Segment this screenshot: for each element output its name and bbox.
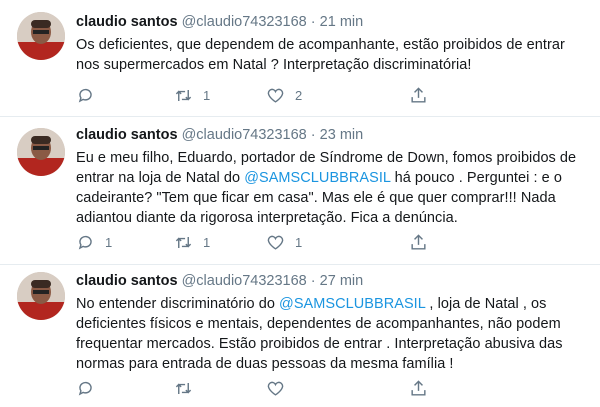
tweet-actions: 1 2 <box>76 84 506 106</box>
reply-count: 1 <box>105 234 113 250</box>
heart-icon <box>267 88 284 103</box>
tweet-feed: claudio santos @claudio74323168 · 21 min… <box>0 0 600 407</box>
retweet-icon <box>175 382 192 394</box>
author-name[interactable]: claudio santos <box>76 273 178 289</box>
like-button[interactable] <box>266 377 295 399</box>
divider <box>0 116 600 117</box>
tweet-body: claudio santos @claudio74323168 · 27 min… <box>76 271 588 374</box>
share-icon <box>411 86 426 103</box>
tweet-header: claudio santos @claudio74323168 · 23 min <box>76 125 588 145</box>
avatar[interactable] <box>17 272 65 320</box>
reply-button[interactable]: 1 <box>76 231 112 253</box>
tweet-body: claudio santos @claudio74323168 · 21 min… <box>76 12 588 75</box>
divider <box>0 264 600 265</box>
mention-link[interactable]: @SAMSCLUBBRASIL <box>244 170 390 186</box>
like-button[interactable]: 2 <box>266 84 302 106</box>
retweet-button[interactable] <box>174 377 203 399</box>
author-handle[interactable]: @claudio74323168 <box>182 273 307 289</box>
retweet-count: 1 <box>203 87 211 103</box>
tweet-text-part: Os deficientes, que dependem de acompanh… <box>76 37 565 73</box>
tweet-body: claudio santos @claudio74323168 · 23 min… <box>76 125 588 228</box>
retweet-button[interactable]: 1 <box>174 84 210 106</box>
tweet-actions: 1 1 1 <box>76 231 506 253</box>
reply-icon <box>78 88 92 102</box>
author-handle[interactable]: @claudio74323168 <box>182 14 307 30</box>
heart-icon <box>267 381 284 396</box>
share-button[interactable] <box>409 231 428 253</box>
reply-icon <box>78 235 92 249</box>
avatar[interactable] <box>17 128 65 176</box>
tweet-text: No entender discriminatório do @SAMSCLUB… <box>76 294 588 374</box>
avatar[interactable] <box>17 12 65 60</box>
tweet-text: Eu e meu filho, Eduardo, portador de Sín… <box>76 148 588 228</box>
timestamp[interactable]: 21 min <box>320 14 364 30</box>
timestamp[interactable]: 23 min <box>320 127 364 143</box>
share-button[interactable] <box>409 377 428 399</box>
tweet-text: Os deficientes, que dependem de acompanh… <box>76 35 588 75</box>
separator: · <box>310 127 316 143</box>
share-icon <box>411 233 426 250</box>
author-name[interactable]: claudio santos <box>76 127 178 143</box>
separator: · <box>310 273 316 289</box>
tweet-actions <box>76 377 506 399</box>
timestamp[interactable]: 27 min <box>320 273 364 289</box>
author-name[interactable]: claudio santos <box>76 14 178 30</box>
like-count: 2 <box>295 87 303 103</box>
tweet-text-part: No entender discriminatório do <box>76 296 280 312</box>
share-button[interactable] <box>409 84 428 106</box>
tweet-header: claudio santos @claudio74323168 · 27 min <box>76 271 588 291</box>
retweet-icon <box>175 236 192 248</box>
mention-link[interactable]: @SAMSCLUBBRASIL <box>279 296 425 312</box>
reply-button[interactable] <box>76 84 105 106</box>
retweet-count: 1 <box>203 234 211 250</box>
tweet-header: claudio santos @claudio74323168 · 21 min <box>76 12 588 32</box>
retweet-icon <box>175 89 192 101</box>
retweet-button[interactable]: 1 <box>174 231 210 253</box>
like-count: 1 <box>295 234 303 250</box>
reply-icon <box>78 381 92 395</box>
share-icon <box>411 379 426 396</box>
like-button[interactable]: 1 <box>266 231 302 253</box>
separator: · <box>310 14 316 30</box>
heart-icon <box>267 235 284 250</box>
author-handle[interactable]: @claudio74323168 <box>182 127 307 143</box>
reply-button[interactable] <box>76 377 105 399</box>
